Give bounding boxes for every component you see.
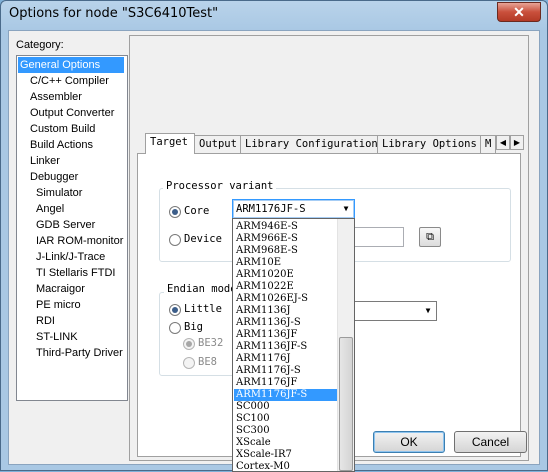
list-item-selected[interactable]: ARM1176JF-S xyxy=(234,389,338,401)
list-item[interactable]: Cortex-M0 xyxy=(234,461,338,471)
core-radio[interactable] xyxy=(169,206,181,218)
list-item[interactable]: ARM1020E xyxy=(234,269,338,281)
tab-library-configuration[interactable]: Library Configuration xyxy=(240,135,378,153)
options-dialog: Options for node "S3C6410Test" ✕ Categor… xyxy=(0,0,548,472)
category-item-third-party-driver[interactable]: Third-Party Driver xyxy=(34,345,125,361)
arrow-left-icon: ◀ xyxy=(499,138,507,147)
category-item-build-actions[interactable]: Build Actions xyxy=(28,137,95,153)
category-item-rdi[interactable]: RDI xyxy=(34,313,57,329)
list-item[interactable]: SC000 xyxy=(234,401,338,413)
list-item[interactable]: ARM1136JF-S xyxy=(234,341,338,353)
big-endian-radio[interactable] xyxy=(169,322,181,334)
dropdown-scrollbar[interactable] xyxy=(337,219,354,471)
cancel-button[interactable]: Cancel xyxy=(454,431,527,453)
window-title: Options for node "S3C6410Test" xyxy=(9,6,219,21)
category-item-iar-rom-monitor[interactable]: IAR ROM-monitor xyxy=(34,233,125,249)
list-item[interactable]: ARM1026EJ-S xyxy=(234,293,338,305)
tab-more[interactable]: M xyxy=(480,135,496,153)
scrollbar-thumb[interactable] xyxy=(339,337,353,471)
list-item[interactable]: XScale xyxy=(234,437,338,449)
device-label: Device xyxy=(184,233,222,245)
tab-output[interactable]: Output xyxy=(194,135,241,153)
category-item-jlink-jtrace[interactable]: J-Link/J-Trace xyxy=(34,249,107,265)
floating-point-select[interactable]: ▼ xyxy=(351,301,437,321)
category-item-assembler[interactable]: Assembler xyxy=(28,89,84,105)
list-item[interactable]: ARM1136J xyxy=(234,305,338,317)
category-item-custom-build[interactable]: Custom Build xyxy=(28,121,97,137)
category-item-linker[interactable]: Linker xyxy=(28,153,62,169)
title-bar[interactable]: Options for node "S3C6410Test" ✕ xyxy=(1,1,547,29)
category-item-simulator[interactable]: Simulator xyxy=(34,185,84,201)
device-browse-button[interactable]: ⧉ xyxy=(419,227,441,247)
list-item[interactable]: ARM966E-S xyxy=(234,233,338,245)
core-select-value: ARM1176JF-S xyxy=(236,203,306,215)
device-radio[interactable] xyxy=(169,234,181,246)
core-label: Core xyxy=(184,205,210,217)
tab-scroll-left-button[interactable]: ◀ xyxy=(496,135,510,150)
category-item-pe-micro[interactable]: PE micro xyxy=(34,297,83,313)
list-item[interactable]: SC100 xyxy=(234,413,338,425)
little-endian-radio[interactable] xyxy=(169,304,181,316)
list-item[interactable]: ARM1176J-S xyxy=(234,365,338,377)
ok-button[interactable]: OK xyxy=(373,431,445,453)
list-item[interactable]: ARM1136JF xyxy=(234,329,338,341)
category-item-st-link[interactable]: ST-LINK xyxy=(34,329,80,345)
category-label: Category: xyxy=(16,39,64,51)
category-item-compiler[interactable]: C/C++ Compiler xyxy=(28,73,111,89)
category-item-macraigor[interactable]: Macraigor xyxy=(34,281,87,297)
core-dropdown-list[interactable]: ARM946E-S ARM966E-S ARM968E-S ARM10E ARM… xyxy=(232,218,355,472)
list-item[interactable]: ARM1022E xyxy=(234,281,338,293)
device-field[interactable] xyxy=(353,227,404,247)
category-item-debugger[interactable]: Debugger xyxy=(28,169,80,185)
list-item[interactable]: ARM1176JF xyxy=(234,377,338,389)
be8-radio[interactable] xyxy=(183,357,195,369)
list-item[interactable]: ARM1136J-S xyxy=(234,317,338,329)
list-item[interactable]: ARM10E xyxy=(234,257,338,269)
list-item[interactable]: SC300 xyxy=(234,425,338,437)
category-item-output-converter[interactable]: Output Converter xyxy=(28,105,116,121)
arrow-right-icon: ▶ xyxy=(513,138,521,147)
be32-radio[interactable] xyxy=(183,338,195,350)
chevron-down-icon: ▼ xyxy=(425,306,431,315)
category-item-ti-stellaris-ftdi[interactable]: TI Stellaris FTDI xyxy=(34,265,117,281)
category-item-general-options[interactable]: General Options xyxy=(18,57,124,73)
tab-target[interactable]: Target xyxy=(145,133,195,154)
little-endian-label: Little xyxy=(184,303,222,315)
tab-scroll-right-button[interactable]: ▶ xyxy=(510,135,524,150)
list-item[interactable]: ARM968E-S xyxy=(234,245,338,257)
category-item-angel[interactable]: Angel xyxy=(34,201,66,217)
category-item-gdb-server[interactable]: GDB Server xyxy=(34,217,97,233)
be32-label: BE32 xyxy=(198,337,224,349)
big-endian-label: Big xyxy=(184,321,203,333)
processor-variant-label: Processor variant xyxy=(163,180,277,192)
list-item[interactable]: ARM946E-S xyxy=(234,221,338,233)
list-item[interactable]: XScale-IR7 xyxy=(234,449,338,461)
be8-label: BE8 xyxy=(198,356,217,368)
list-item[interactable]: ARM1176J xyxy=(234,353,338,365)
endian-mode-label: Endian mode xyxy=(164,283,240,295)
close-icon: ✕ xyxy=(513,4,525,20)
tab-library-options[interactable]: Library Options xyxy=(377,135,481,153)
core-select[interactable]: ARM1176JF-S ▼ xyxy=(232,199,355,219)
close-button[interactable]: ✕ xyxy=(497,2,541,22)
category-list[interactable]: General Options C/C++ Compiler Assembler… xyxy=(16,55,128,401)
device-list-icon: ⧉ xyxy=(426,231,434,243)
chevron-down-icon: ▼ xyxy=(343,204,349,213)
